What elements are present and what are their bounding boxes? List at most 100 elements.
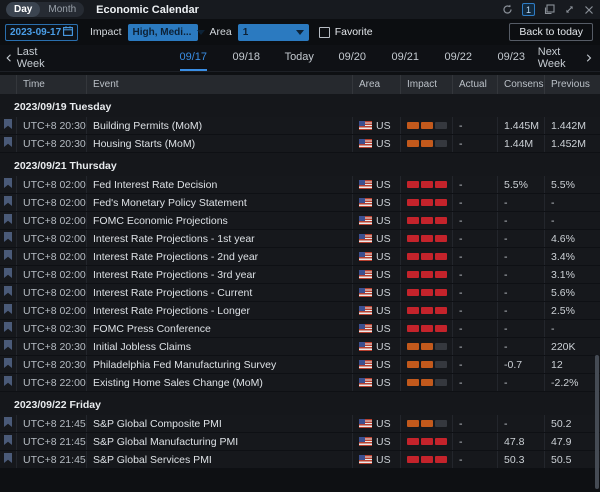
bookmark-icon[interactable] [4, 232, 12, 245]
bookmark-icon[interactable] [4, 137, 12, 150]
bookmark-icon[interactable] [4, 417, 12, 430]
event-row[interactable]: UTC+8 02:00Fed's Monetary Policy Stateme… [0, 194, 600, 212]
scrollbar-thumb[interactable] [595, 355, 599, 489]
event-name: Existing Home Sales Change (MoM) [86, 374, 352, 391]
event-row[interactable]: UTC+8 21:45S&P Global Manufacturing PMIU… [0, 433, 600, 451]
bookmark-icon[interactable] [4, 304, 12, 317]
next-week-button[interactable]: Next Week [538, 46, 600, 70]
window-count-badge[interactable]: 1 [522, 3, 535, 16]
event-area: US [352, 338, 400, 355]
impact-bar [435, 122, 447, 129]
event-actual: - [452, 451, 497, 468]
impact-bar [435, 438, 447, 445]
event-name: S&P Global Composite PMI [86, 415, 352, 432]
event-row[interactable]: UTC+8 02:00Fed Interest Rate DecisionUS-… [0, 176, 600, 194]
event-row[interactable]: UTC+8 02:00Interest Rate Projections - 3… [0, 266, 600, 284]
impact-bar [435, 235, 447, 242]
event-consensus: - [497, 374, 544, 391]
high-impact-indicator [407, 181, 447, 188]
event-row[interactable]: UTC+8 20:30Philadelphia Fed Manufacturin… [0, 356, 600, 374]
favorite-checkbox[interactable] [319, 27, 330, 38]
high-impact-indicator [407, 289, 447, 296]
event-row[interactable]: UTC+8 21:45S&P Global Composite PMIUS--5… [0, 415, 600, 433]
week-day-tab[interactable]: 09/20 [326, 45, 379, 72]
vertical-scrollbar[interactable] [595, 75, 599, 490]
event-row[interactable]: UTC+8 20:30Building Permits (MoM)US-1.44… [0, 117, 600, 135]
favorite-filter[interactable]: Favorite [319, 26, 373, 38]
event-time: UTC+8 20:30 [16, 117, 86, 134]
area-filter-label: Area [210, 26, 232, 38]
bookmark-icon[interactable] [4, 435, 12, 448]
impact-filter-dropdown[interactable]: High, Medi... [128, 24, 198, 41]
event-row[interactable]: UTC+8 02:30FOMC Press ConferenceUS--- [0, 320, 600, 338]
event-row[interactable]: UTC+8 02:00Interest Rate Projections - 2… [0, 248, 600, 266]
area-code: US [376, 251, 391, 263]
bookmark-icon[interactable] [4, 453, 12, 466]
event-area: US [352, 212, 400, 229]
expand-icon[interactable] [564, 4, 575, 15]
impact-bar [435, 181, 447, 188]
event-previous: - [544, 212, 600, 229]
event-previous: 1.442M [544, 117, 600, 134]
event-actual: - [452, 374, 497, 391]
event-row[interactable]: UTC+8 02:00FOMC Economic ProjectionsUS--… [0, 212, 600, 230]
event-time: UTC+8 21:45 [16, 451, 86, 468]
week-day-tab[interactable]: 09/17 [167, 45, 220, 72]
date-picker-input[interactable]: 2023-09-17 [5, 24, 78, 41]
us-flag-icon [359, 180, 372, 189]
event-time: UTC+8 20:30 [16, 338, 86, 355]
impact-bar [435, 307, 447, 314]
event-name: Initial Jobless Claims [86, 338, 352, 355]
impact-bar [421, 253, 433, 260]
event-time: UTC+8 22:00 [16, 374, 86, 391]
impact-bar [421, 199, 433, 206]
back-to-today-button[interactable]: Back to today [509, 23, 593, 41]
bookmark-icon[interactable] [4, 214, 12, 227]
chevron-down-icon [296, 30, 304, 35]
toggle-month[interactable]: Month [40, 2, 84, 17]
event-name: Housing Starts (MoM) [86, 135, 352, 152]
bookmark-icon[interactable] [4, 340, 12, 353]
event-row[interactable]: UTC+8 02:00Interest Rate Projections - 1… [0, 230, 600, 248]
bookmark-icon[interactable] [4, 268, 12, 281]
bookmark-icon[interactable] [4, 178, 12, 191]
close-icon[interactable] [584, 5, 594, 15]
week-day-tab[interactable]: 09/23 [485, 45, 538, 72]
event-row[interactable]: UTC+8 20:30Initial Jobless ClaimsUS--220… [0, 338, 600, 356]
event-consensus: -0.7 [497, 356, 544, 373]
impact-bar [407, 122, 419, 129]
event-actual: - [452, 230, 497, 247]
event-row[interactable]: UTC+8 22:00Existing Home Sales Change (M… [0, 374, 600, 392]
week-day-tab[interactable]: 09/18 [220, 45, 273, 72]
event-consensus: 1.445M [497, 117, 544, 134]
bookmark-icon[interactable] [4, 286, 12, 299]
flag-canton [359, 180, 365, 185]
week-day-tab[interactable]: 09/22 [432, 45, 485, 72]
date-group-header: 2023/09/22 Friday [0, 392, 600, 415]
duplicate-icon[interactable] [544, 4, 555, 15]
chevron-left-icon [6, 53, 12, 63]
event-impact [400, 212, 452, 229]
impact-bar [421, 271, 433, 278]
week-day-tab[interactable]: 09/21 [379, 45, 432, 72]
event-row[interactable]: UTC+8 02:00Interest Rate Projections - C… [0, 284, 600, 302]
event-row[interactable]: UTC+8 21:45S&P Global Services PMIUS-50.… [0, 451, 600, 469]
toggle-day[interactable]: Day [6, 2, 40, 17]
bookmark-icon[interactable] [4, 322, 12, 335]
week-day-tab[interactable]: Today [273, 45, 326, 72]
event-previous: 5.5% [544, 176, 600, 193]
event-row[interactable]: UTC+8 20:30Housing Starts (MoM)US-1.44M1… [0, 135, 600, 153]
event-row[interactable]: UTC+8 02:00Interest Rate Projections - L… [0, 302, 600, 320]
area-code: US [376, 305, 391, 317]
bookmark-icon[interactable] [4, 119, 12, 132]
impact-bar [407, 217, 419, 224]
bookmark-icon[interactable] [4, 376, 12, 389]
bookmark-icon[interactable] [4, 358, 12, 371]
refresh-icon[interactable] [502, 4, 513, 15]
us-flag-icon [359, 306, 372, 315]
last-week-button[interactable]: Last Week [0, 46, 59, 70]
bookmark-icon[interactable] [4, 250, 12, 263]
bookmark-icon[interactable] [4, 196, 12, 209]
area-filter-dropdown[interactable]: 1 [238, 24, 309, 41]
event-actual: - [452, 433, 497, 450]
